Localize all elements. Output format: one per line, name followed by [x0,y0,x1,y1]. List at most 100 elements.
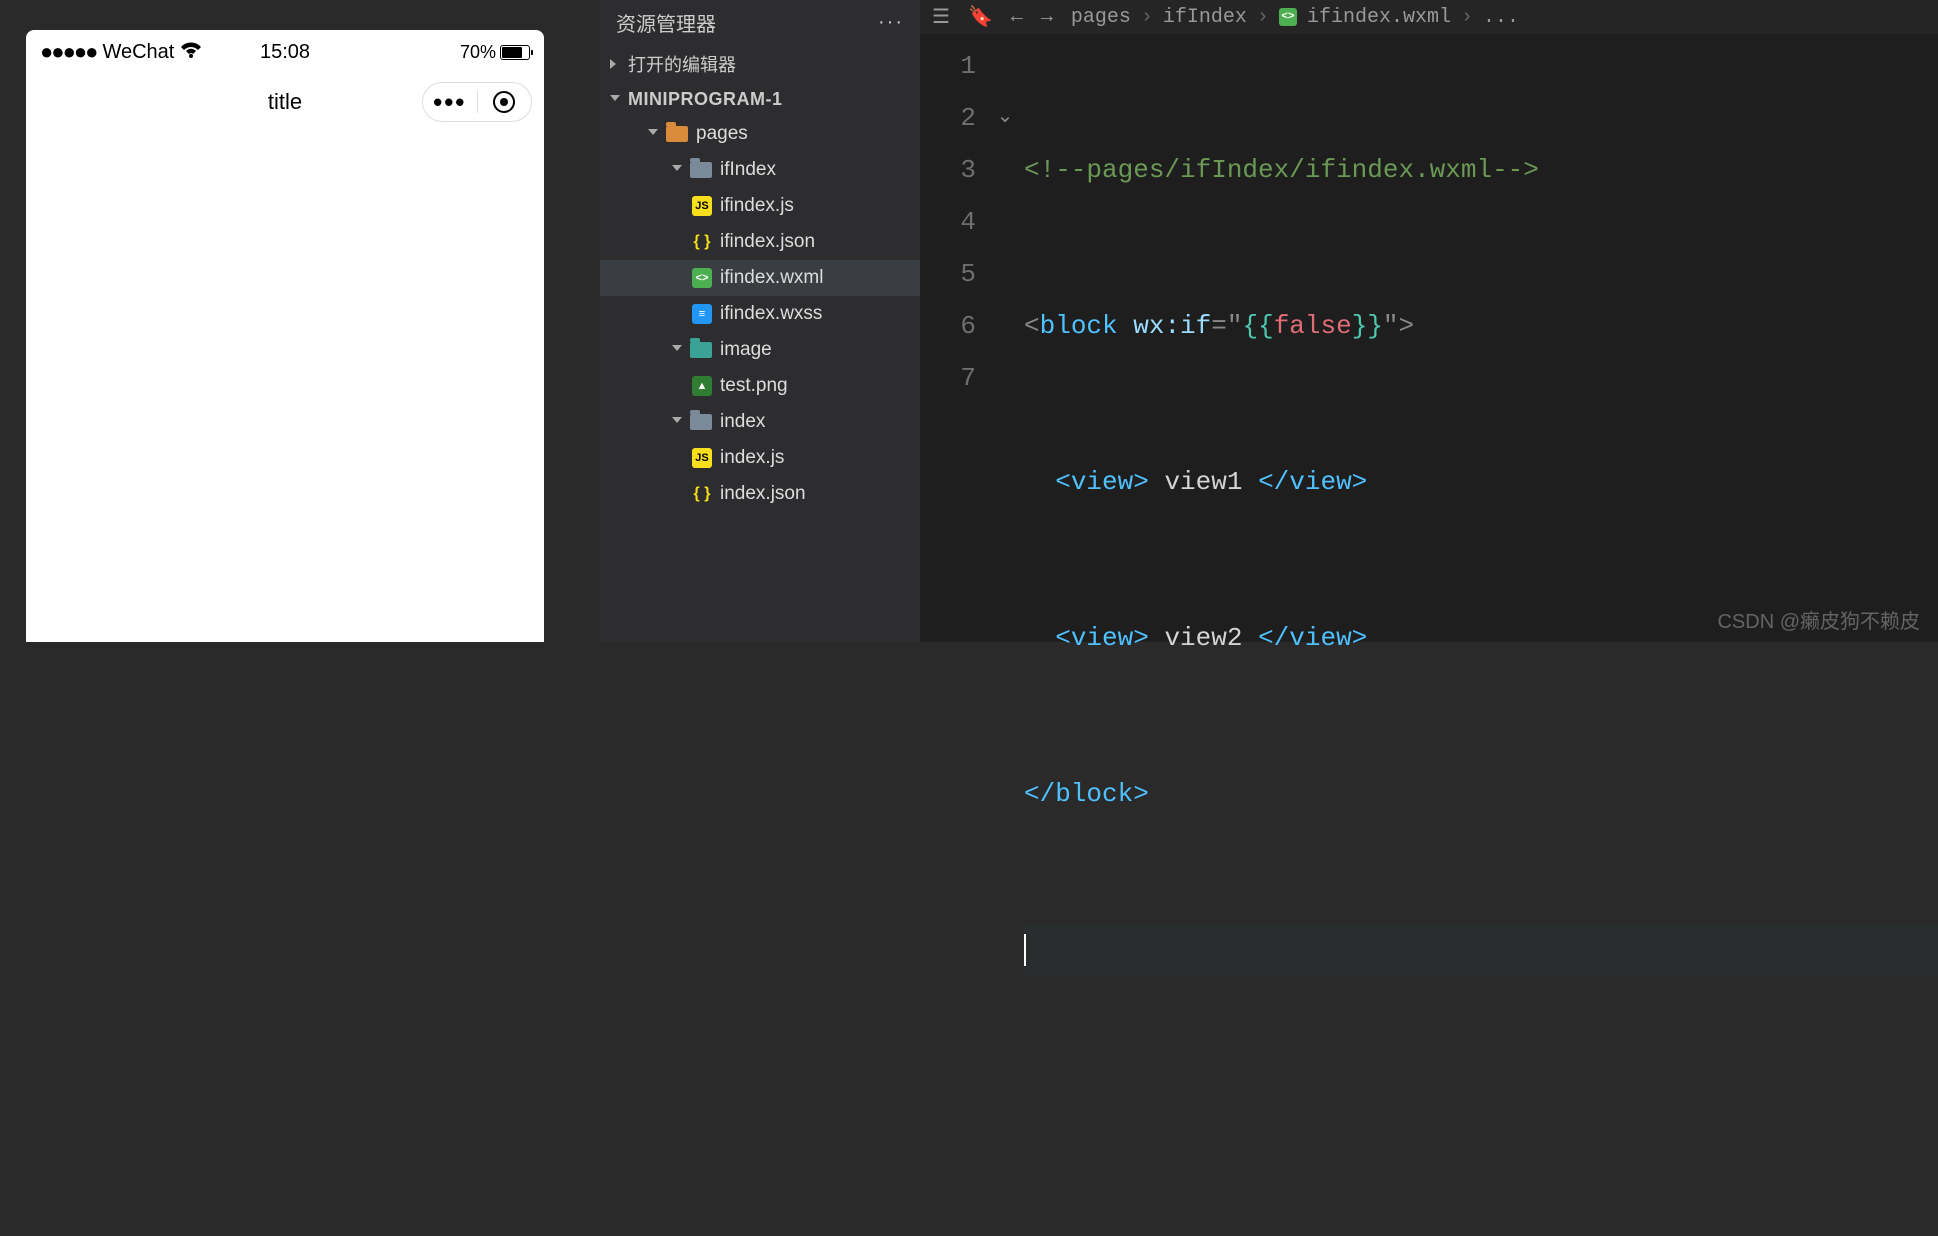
explorer-title: 资源管理器 [616,8,716,37]
chevron-down-icon [672,165,682,175]
project-section[interactable]: MINIPROGRAM-1 [600,83,920,116]
line-number: 4 [920,196,976,248]
file-ifindex-wxss[interactable]: ≡ ifindex.wxss [600,296,920,332]
code-token: {{ [1242,311,1273,341]
open-editors-section[interactable]: 打开的编辑器 [600,45,920,83]
wxml-icon: <> [1279,8,1297,26]
file-index-json[interactable]: { } index.json [600,476,920,512]
bookmark-icon[interactable]: 🔖 [968,4,993,30]
nav-forward-icon[interactable]: → [1041,6,1053,29]
tree-label: index.json [720,483,806,505]
battery-icon [500,45,530,60]
wifi-icon [180,41,202,64]
folder-icon [666,126,688,142]
code-token: </block> [1024,779,1149,809]
json-icon: { } [692,232,712,252]
editor-toolbar: ☰ 🔖 ← → pages › ifIndex › <> ifindex.wxm… [920,0,1938,34]
simulator-panel: ●●●●● WeChat 15:08 70% title ••• [26,30,544,642]
phone-nav-bar: title ••• [26,74,544,130]
wxml-icon: <> [692,268,712,288]
carrier-label: WeChat [102,41,174,64]
capsule-button[interactable]: ••• [422,82,532,122]
code-token: "> [1383,311,1414,341]
folder-image[interactable]: image [600,332,920,368]
code-token: false [1274,311,1352,341]
code-token: < [1024,311,1040,341]
tree-label: ifindex.wxml [720,267,823,289]
signal-dots-icon: ●●●●● [40,39,96,65]
folder-icon [690,342,712,358]
explorer-panel: 资源管理器 ··· 打开的编辑器 MINIPROGRAM-1 pages ifI… [600,0,920,642]
code-token: </view> [1258,623,1367,653]
tree-label: pages [696,123,748,145]
line-number: 6 [920,300,976,352]
folder-index[interactable]: index [600,404,920,440]
tree-label: index [720,411,765,433]
breadcrumb-seg[interactable]: ifindex.wxml [1307,6,1451,29]
breadcrumb-seg[interactable]: ifIndex [1163,6,1247,29]
tree-label: test.png [720,375,788,397]
line-number: 3 [920,144,976,196]
nav-back-icon[interactable]: ← [1011,6,1023,29]
code-token: view2 [1149,623,1258,653]
phone-status-bar: ●●●●● WeChat 15:08 70% [26,30,544,74]
fold-gutter: ⌄ [990,40,1020,144]
line-number: 5 [920,248,976,300]
json-icon: { } [692,484,712,504]
folder-ifindex[interactable]: ifIndex [600,152,920,188]
capsule-close-button[interactable] [478,83,532,121]
chevron-down-icon [610,95,620,105]
folder-pages[interactable]: pages [600,116,920,152]
file-ifindex-json[interactable]: { } ifindex.json [600,224,920,260]
more-icon[interactable]: ··· [878,11,904,34]
editor-panel: ☰ 🔖 ← → pages › ifIndex › <> ifindex.wxm… [920,0,1938,642]
file-ifindex-wxml[interactable]: <> ifindex.wxml [600,260,920,296]
tree-label: ifindex.wxss [720,303,822,325]
file-test-png[interactable]: ▲ test.png [600,368,920,404]
code-area[interactable]: <!--pages/ifIndex/ifindex.wxml--> <block… [1024,40,1938,1236]
watermark-label: CSDN @癞皮狗不赖皮 [1717,605,1920,634]
tree-label: image [720,339,772,361]
capsule-menu-button[interactable]: ••• [423,83,477,121]
breadcrumb-seg[interactable]: ... [1483,6,1519,29]
code-token: wx:if [1133,311,1211,341]
code-token: view1 [1149,467,1258,497]
line-number-gutter: 1 2 3 4 5 6 7 [920,40,990,404]
wxss-icon: ≡ [692,304,712,324]
fold-icon[interactable]: ⌄ [990,92,1020,144]
file-tree: pages ifIndex JS ifindex.js { } ifindex.… [600,116,920,512]
chevron-right-icon: › [1141,6,1153,29]
line-number: 2 [920,92,976,144]
image-icon: ▲ [692,376,712,396]
file-index-js[interactable]: JS index.js [600,440,920,476]
chevron-down-icon [672,345,682,355]
chevron-right-icon: › [1461,6,1473,29]
code-token: <view> [1055,467,1149,497]
project-name: MINIPROGRAM-1 [628,89,783,110]
battery-pct-label: 70% [460,42,496,63]
tree-label: index.js [720,447,784,469]
folder-icon [690,414,712,430]
page-title: title [268,89,302,115]
file-ifindex-js[interactable]: JS ifindex.js [600,188,920,224]
chevron-down-icon [672,417,682,427]
tree-label: ifindex.json [720,231,815,253]
line-number: 1 [920,40,976,92]
code-token: =" [1211,311,1242,341]
chevron-right-icon: › [1257,6,1269,29]
list-icon[interactable]: ☰ [932,4,950,30]
breadcrumb-seg[interactable]: pages [1071,6,1131,29]
target-icon [493,91,515,113]
clock-label: 15:08 [260,41,310,64]
chevron-down-icon [648,129,658,139]
breadcrumb[interactable]: pages › ifIndex › <> ifindex.wxml › ... [1071,6,1519,29]
code-token: block [1040,311,1118,341]
js-icon: JS [692,196,712,216]
folder-icon [690,162,712,178]
text-cursor [1024,934,1026,966]
open-editors-label: 打开的编辑器 [628,51,736,77]
code-token: }} [1352,311,1383,341]
tree-label: ifindex.js [720,195,794,217]
chevron-right-icon [610,59,620,69]
code-token: <view> [1055,623,1149,653]
